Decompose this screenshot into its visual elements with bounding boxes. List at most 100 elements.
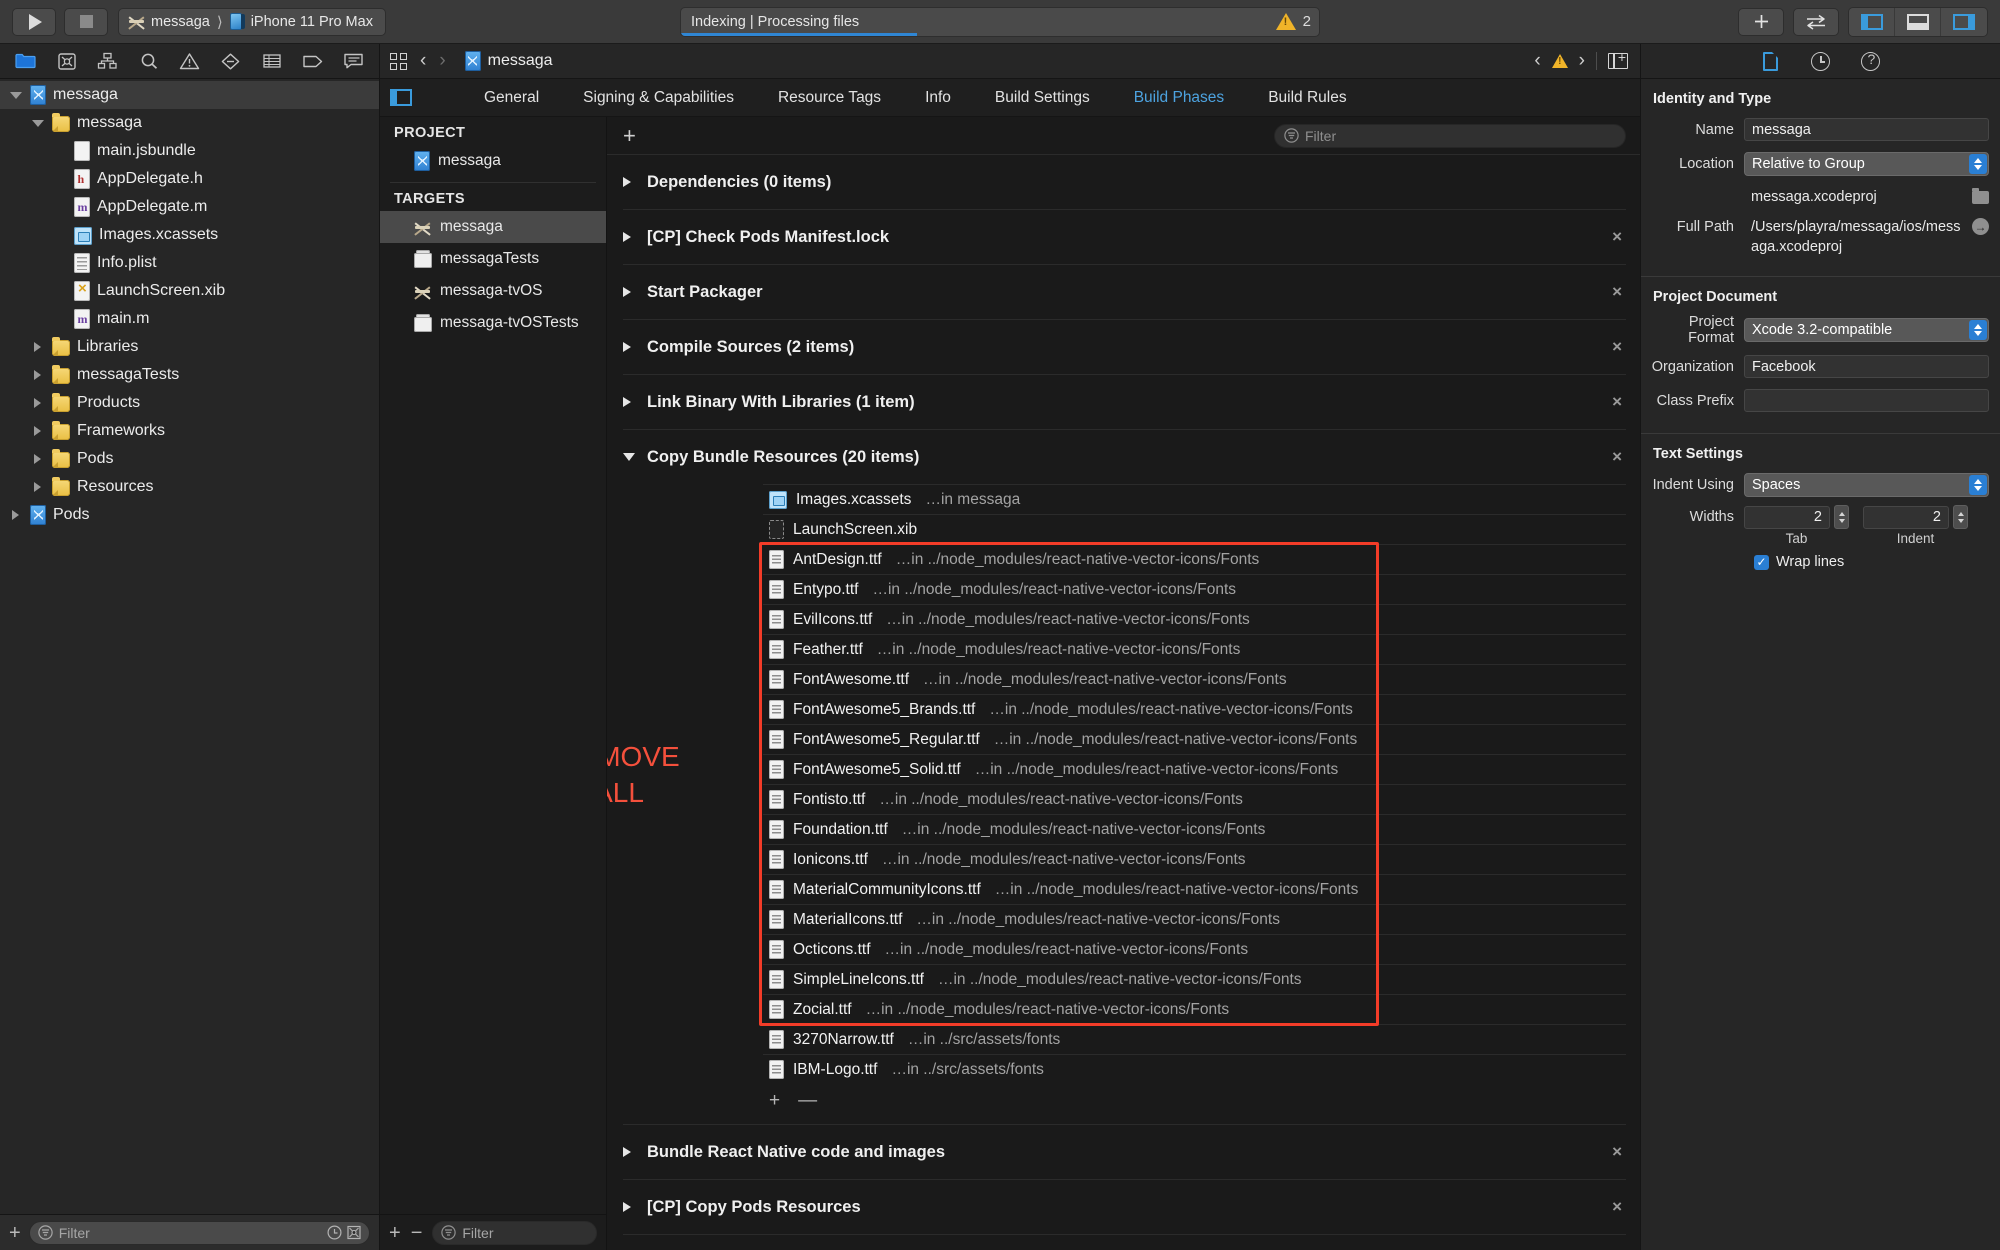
forward-button[interactable]: › bbox=[439, 50, 445, 72]
disclosure-triangle-icon[interactable] bbox=[8, 510, 23, 520]
resource-row[interactable]: Feather.ttf …in ../node_modules/react-nat… bbox=[763, 634, 1626, 664]
symbol-navigator-tab[interactable] bbox=[88, 46, 127, 76]
build-phase-header[interactable]: Copy Bundle Resources (20 items) × bbox=[623, 430, 1626, 484]
history-inspector-tab[interactable] bbox=[1809, 49, 1833, 73]
toggle-debug-area-button[interactable] bbox=[1895, 7, 1941, 36]
remove-resource-button[interactable]: — bbox=[798, 1090, 817, 1112]
resource-row[interactable]: SimpleLineIcons.ttf …in ../node_modules/r… bbox=[763, 964, 1626, 994]
targets-filter-field[interactable]: Filter bbox=[432, 1220, 597, 1245]
name-field[interactable]: messaga bbox=[1744, 118, 1989, 141]
breakpoint-navigator-tab[interactable] bbox=[293, 46, 332, 76]
disclosure-triangle-icon[interactable] bbox=[30, 454, 45, 464]
resource-row[interactable]: LaunchScreen.xib bbox=[763, 514, 1626, 544]
tab-general[interactable]: General bbox=[462, 79, 561, 116]
navigator-row[interactable]: main.jsbundle bbox=[0, 137, 379, 165]
scheme-destination-control[interactable]: messaga ⟩ iPhone 11 Pro Max bbox=[118, 7, 386, 36]
resource-row[interactable]: Images.xcassets …in messaga bbox=[763, 484, 1626, 514]
disclosure-triangle-icon[interactable] bbox=[623, 1147, 637, 1157]
resource-row[interactable]: Octicons.ttf …in ../node_modules/react-na… bbox=[763, 934, 1626, 964]
resource-row[interactable]: 3270Narrow.ttf …in ../src/assets/fonts bbox=[763, 1024, 1626, 1054]
resource-row[interactable]: Fontisto.ttf …in ../node_modules/react-na… bbox=[763, 784, 1626, 814]
toggle-project-list-button[interactable] bbox=[390, 89, 412, 106]
indent-width-stepper[interactable] bbox=[1953, 505, 1968, 530]
delete-phase-button[interactable]: × bbox=[1612, 447, 1626, 467]
project-format-select[interactable]: Xcode 3.2-compatible bbox=[1744, 318, 1989, 343]
add-assistant-editor-button[interactable] bbox=[1608, 49, 1628, 69]
file-inspector-tab[interactable] bbox=[1759, 49, 1783, 73]
resource-row[interactable]: EvilIcons.ttf …in ../node_modules/react-n… bbox=[763, 604, 1626, 634]
reveal-in-finder-icon[interactable]: → bbox=[1972, 218, 1989, 235]
delete-phase-button[interactable]: × bbox=[1612, 227, 1626, 247]
organization-field[interactable]: Facebook bbox=[1744, 355, 1989, 379]
tab-resource-tags[interactable]: Resource Tags bbox=[756, 79, 903, 116]
add-editor-button[interactable] bbox=[1738, 7, 1784, 36]
report-navigator-tab[interactable] bbox=[334, 46, 373, 76]
indent-width-field[interactable]: 2 bbox=[1863, 505, 1949, 529]
find-navigator-tab[interactable] bbox=[129, 46, 168, 76]
disclosure-triangle-icon[interactable] bbox=[30, 370, 45, 380]
resource-row[interactable]: AntDesign.ttf …in ../node_modules/react-n… bbox=[763, 544, 1626, 574]
disclosure-triangle-icon[interactable] bbox=[623, 342, 637, 352]
navigator-row[interactable]: AppDelegate.h bbox=[0, 165, 379, 193]
disclosure-triangle-icon[interactable] bbox=[623, 177, 637, 187]
target-list-item[interactable]: messaga-tvOS bbox=[380, 275, 606, 307]
quick-help-tab[interactable] bbox=[1859, 49, 1883, 73]
add-build-phase-button[interactable]: + bbox=[623, 124, 636, 147]
editor-options-button[interactable] bbox=[1793, 7, 1839, 36]
tab-width-stepper[interactable] bbox=[1834, 505, 1849, 530]
project-navigator-tree[interactable]: messaga messaga main.jsbundle AppDelegate.h… bbox=[0, 79, 379, 1214]
stop-button[interactable] bbox=[64, 7, 108, 36]
tab-info[interactable]: Info bbox=[903, 79, 973, 116]
related-items-icon[interactable] bbox=[390, 52, 407, 70]
add-file-button[interactable]: + bbox=[9, 1223, 21, 1243]
delete-phase-button[interactable]: × bbox=[1612, 1197, 1626, 1217]
disclosure-triangle-icon[interactable] bbox=[8, 91, 23, 99]
tab-build-phases[interactable]: Build Phases bbox=[1112, 79, 1246, 116]
class-prefix-field[interactable] bbox=[1744, 389, 1989, 413]
run-button[interactable] bbox=[12, 7, 56, 36]
delete-phase-button[interactable]: × bbox=[1612, 337, 1626, 357]
disclosure-triangle-icon[interactable] bbox=[623, 453, 637, 461]
warning-triangle-icon[interactable]: ! bbox=[1551, 54, 1568, 68]
resource-row[interactable]: IBM-Logo.ttf …in ../src/assets/fonts bbox=[763, 1054, 1626, 1084]
disclosure-triangle-icon[interactable] bbox=[30, 482, 45, 492]
build-phases-filter-field[interactable]: Filter bbox=[1274, 123, 1626, 148]
build-phase-header[interactable]: Start Packager × bbox=[623, 265, 1626, 319]
build-phase-header[interactable]: [CP] Check Pods Manifest.lock × bbox=[623, 210, 1626, 264]
previous-issue-button[interactable]: ‹ bbox=[1534, 50, 1540, 72]
resource-row[interactable]: Ionicons.ttf …in ../node_modules/react-na… bbox=[763, 844, 1626, 874]
recent-clock-icon[interactable] bbox=[327, 1225, 342, 1240]
activity-status-bar[interactable]: Indexing | Processing files ! 2 bbox=[680, 6, 1320, 37]
build-phase-header[interactable]: [CP] Copy Pods Resources × bbox=[623, 1180, 1626, 1234]
navigator-row[interactable]: Pods bbox=[0, 445, 379, 473]
source-control-navigator-tab[interactable] bbox=[47, 46, 86, 76]
build-phases-scroll[interactable]: Dependencies (0 items) [CP] Check Pods Ma… bbox=[607, 155, 1640, 1250]
choose-folder-icon[interactable] bbox=[1972, 188, 1989, 204]
resource-row[interactable]: MaterialIcons.ttf …in ../node_modules/rea… bbox=[763, 904, 1626, 934]
add-target-button[interactable]: + bbox=[389, 1223, 401, 1243]
tab-build-settings[interactable]: Build Settings bbox=[973, 79, 1112, 116]
resource-row[interactable]: Zocial.ttf …in ../node_modules/react-nati… bbox=[763, 994, 1626, 1024]
navigator-row[interactable]: messaga bbox=[0, 109, 379, 137]
target-list-item[interactable]: messagaTests bbox=[380, 243, 606, 275]
location-select[interactable]: Relative to Group bbox=[1744, 151, 1989, 176]
remove-target-button[interactable]: − bbox=[411, 1223, 423, 1243]
build-phase-header[interactable]: Dependencies (0 items) bbox=[623, 155, 1626, 209]
build-phase-header[interactable]: Compile Sources (2 items) × bbox=[623, 320, 1626, 374]
test-navigator-tab[interactable] bbox=[211, 46, 250, 76]
resource-row[interactable]: Foundation.ttf …in ../node_modules/react-… bbox=[763, 814, 1626, 844]
disclosure-triangle-icon[interactable] bbox=[623, 287, 637, 297]
delete-phase-button[interactable]: × bbox=[1612, 392, 1626, 412]
resource-row[interactable]: FontAwesome5_Brands.ttf …in ../node_modul… bbox=[763, 694, 1626, 724]
navigator-row[interactable]: Resources bbox=[0, 473, 379, 501]
next-issue-button[interactable]: › bbox=[1579, 50, 1585, 72]
back-button[interactable]: ‹ bbox=[420, 50, 426, 72]
disclosure-triangle-icon[interactable] bbox=[30, 426, 45, 436]
disclosure-triangle-icon[interactable] bbox=[30, 342, 45, 352]
navigator-row[interactable]: messagaTests bbox=[0, 361, 379, 389]
project-list-item[interactable]: messaga bbox=[380, 145, 606, 177]
build-phase-header[interactable]: Bundle React Native code and images × bbox=[623, 1125, 1626, 1179]
resource-row[interactable]: MaterialCommunityIcons.ttf …in ../node_mo… bbox=[763, 874, 1626, 904]
navigator-row[interactable]: Images.xcassets bbox=[0, 221, 379, 249]
navigator-row[interactable]: Info.plist bbox=[0, 249, 379, 277]
